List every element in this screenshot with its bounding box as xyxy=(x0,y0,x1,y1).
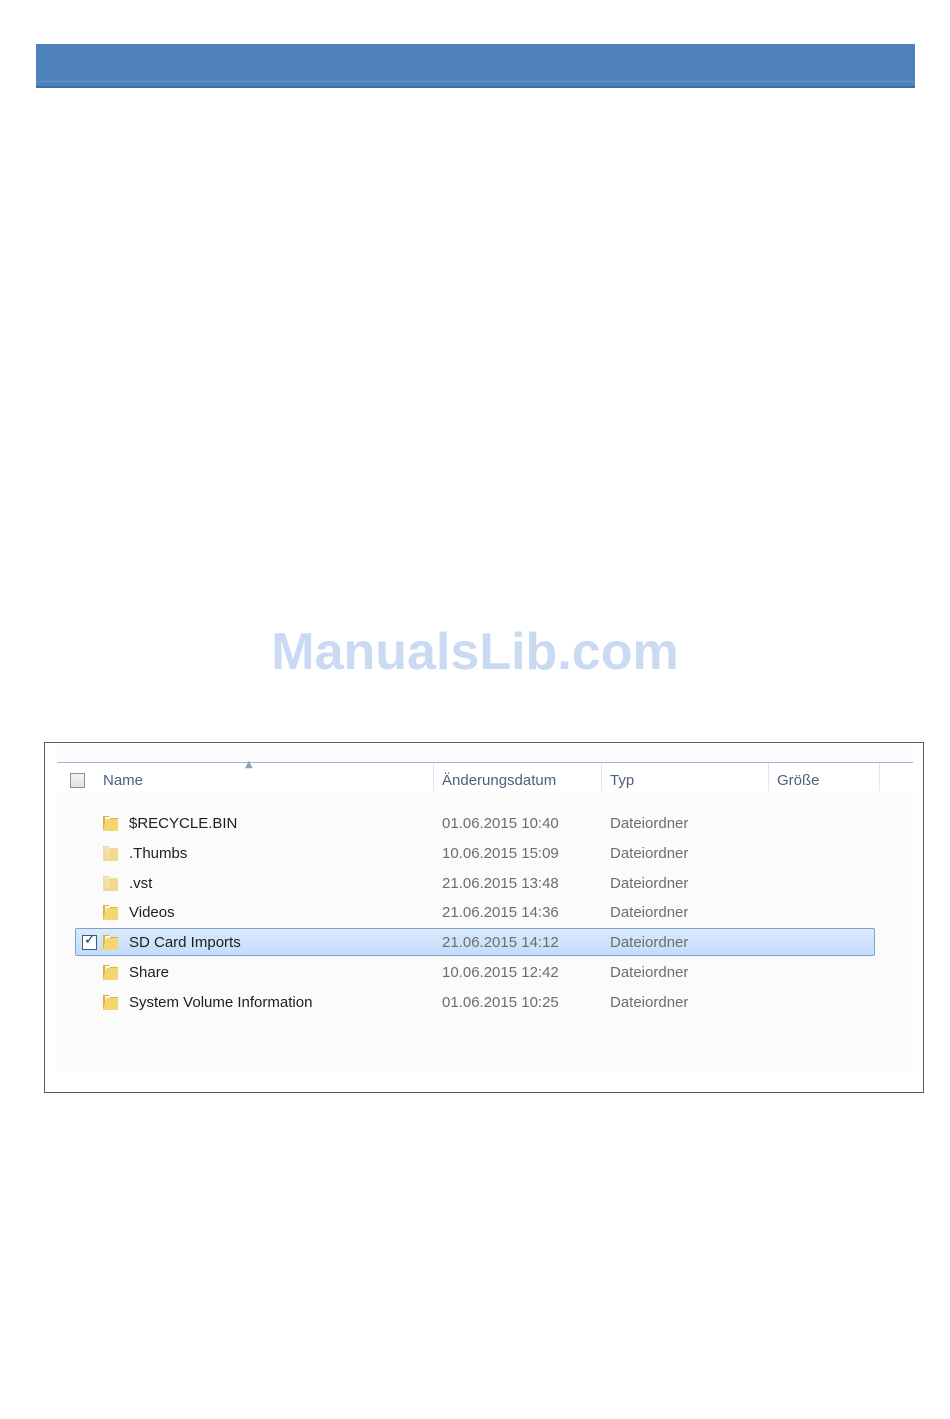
file-row[interactable]: ✓ SD Card Imports 21.06.2015 14:12 Dateiord… xyxy=(57,928,913,958)
checkmark-icon: ✓ xyxy=(84,932,96,949)
file-list-view: Name ▲ Änderungsdatum Typ Größe $RECYCLE… xyxy=(57,745,913,1072)
column-date-header[interactable]: Änderungsdatum xyxy=(442,763,602,793)
column-name-label: Name xyxy=(103,772,144,789)
row-checkbox[interactable]: ✓ xyxy=(82,932,97,951)
sort-ascending-icon: ▲ xyxy=(245,759,253,770)
file-type: Dateiordner xyxy=(610,964,689,981)
file-name: Videos xyxy=(129,904,175,922)
file-name: .vst xyxy=(129,874,153,892)
file-modified-date: 10.06.2015 15:09 xyxy=(442,844,559,862)
explorer-screenshot-frame: Name ▲ Änderungsdatum Typ Größe $RECYCLE… xyxy=(44,742,924,1093)
file-modified-date: 21.06.2015 14:12 xyxy=(442,934,559,952)
folder-icon xyxy=(103,965,118,980)
file-modified-date: 01.06.2015 10:25 xyxy=(442,993,559,1011)
file-type: Dateiordner xyxy=(610,815,689,832)
file-name: $RECYCLE.BIN xyxy=(129,815,238,832)
file-row[interactable]: $RECYCLE.BIN 01.06.2015 10:40 Dateiordner xyxy=(57,809,913,839)
manual-page: ManualsLib.com Name ▲ Änderungsdatum Typ xyxy=(0,0,950,1419)
folder-icon xyxy=(103,875,118,891)
column-type-header[interactable]: Typ xyxy=(610,763,770,793)
column-size-header[interactable]: Größe xyxy=(777,763,877,793)
file-type: Dateiordner xyxy=(610,874,689,892)
file-row[interactable]: Videos 21.06.2015 14:36 Dateiordner xyxy=(57,898,913,928)
file-row[interactable]: .vst 21.06.2015 13:48 Dateiordner xyxy=(57,869,913,899)
file-type: Dateiordner xyxy=(610,993,689,1011)
file-modified-date: 10.06.2015 12:42 xyxy=(442,964,559,981)
file-modified-date: 21.06.2015 14:36 xyxy=(442,904,559,922)
column-divider[interactable] xyxy=(601,763,602,791)
file-modified-date: 21.06.2015 13:48 xyxy=(442,874,559,892)
folder-icon xyxy=(103,816,118,831)
folder-icon xyxy=(103,845,118,861)
header-bar-line xyxy=(36,81,915,82)
file-row[interactable]: .Thumbs 10.06.2015 15:09 Dateiordner xyxy=(57,839,913,869)
column-header: Name ▲ Änderungsdatum Typ Größe xyxy=(57,759,913,793)
watermark: ManualsLib.com xyxy=(271,623,679,681)
column-type-label: Typ xyxy=(610,772,635,789)
folder-icon xyxy=(103,935,118,951)
file-row[interactable]: System Volume Information 01.06.2015 10:2… xyxy=(57,988,913,1018)
column-divider[interactable] xyxy=(879,763,880,791)
file-name: Share xyxy=(129,964,170,981)
file-modified-date: 01.06.2015 10:40 xyxy=(442,815,559,832)
file-row[interactable]: Share 10.06.2015 12:42 Dateiordner xyxy=(57,958,913,988)
column-name-header[interactable]: Name xyxy=(103,763,433,793)
folder-icon xyxy=(103,905,118,921)
file-name: SD Card Imports xyxy=(129,934,241,952)
file-name: .Thumbs xyxy=(129,844,188,862)
column-date-label: Änderungsdatum xyxy=(442,772,557,789)
file-name: System Volume Information xyxy=(129,993,313,1011)
file-type: Dateiordner xyxy=(610,904,689,922)
select-all-checkbox[interactable] xyxy=(70,773,85,788)
file-type: Dateiordner xyxy=(610,934,689,952)
folder-icon xyxy=(103,994,118,1010)
file-type: Dateiordner xyxy=(610,844,689,862)
column-divider[interactable] xyxy=(433,763,434,791)
page-header-bar xyxy=(36,44,915,88)
column-divider[interactable] xyxy=(768,763,769,791)
column-size-label: Größe xyxy=(777,772,820,789)
